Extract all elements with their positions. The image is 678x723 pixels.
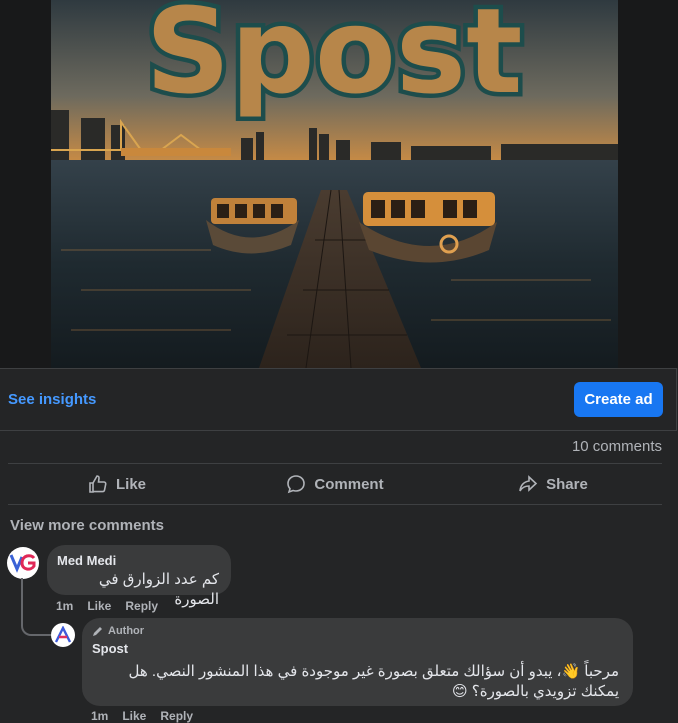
reply-bubble: Author Spost مرحباً 👋، يبدو أن سؤالك متع…	[82, 618, 633, 706]
comment-bubble: Med Medi كم عدد الزوارق في الصورة	[47, 545, 231, 608]
spost-logo-text: Spost	[145, 0, 522, 120]
reply-text-line-1: مرحباً 👋، يبدو أن سؤالك متعلق بصورة غير …	[128, 663, 619, 680]
post-image[interactable]: Spost	[51, 0, 618, 368]
reply-like-button[interactable]: Like	[122, 709, 146, 723]
comment-author[interactable]: Med Medi	[57, 553, 219, 568]
pencil-icon	[93, 627, 102, 636]
insights-bar: See insights Create ad	[0, 368, 677, 431]
comment-label: Comment	[314, 475, 384, 493]
vg-logo-icon	[9, 554, 36, 573]
reply-text-line-2: يمكنك تزويدي بالصورة؟ 😊	[451, 683, 619, 700]
comment-bubble-icon	[287, 475, 306, 494]
avatar[interactable]	[7, 547, 39, 579]
like-button[interactable]: Like	[8, 465, 226, 503]
spost-logo-icon	[54, 626, 72, 643]
view-more-comments-link[interactable]: View more comments	[10, 517, 164, 534]
comment-time[interactable]: 1m	[56, 599, 73, 613]
create-ad-button[interactable]: Create ad	[574, 382, 663, 417]
like-label: Like	[115, 475, 146, 493]
share-arrow-icon	[519, 475, 538, 492]
comment-reply-button[interactable]: Reply	[125, 599, 158, 613]
divider	[8, 463, 662, 464]
reply-meta: 1m Like Reply	[91, 709, 193, 723]
comment-like-button[interactable]: Like	[87, 599, 111, 613]
author-badge: Author	[92, 625, 621, 637]
comment-button[interactable]: Comment	[226, 465, 444, 503]
share-button[interactable]: Share	[444, 465, 662, 503]
share-label: Share	[546, 475, 588, 493]
post-actions: Like Comment Share	[8, 465, 662, 503]
comment-meta: 1m Like Reply	[56, 599, 158, 613]
reply-thread-line	[21, 578, 51, 636]
reply-time[interactable]: 1m	[91, 709, 108, 723]
divider	[8, 504, 662, 505]
thumbs-up-icon	[89, 475, 107, 493]
post-image-area: Spost	[0, 0, 678, 368]
avatar[interactable]	[51, 623, 75, 647]
reply-reply-button[interactable]: Reply	[160, 709, 193, 723]
author-badge-label: Author	[108, 625, 145, 637]
reply-author[interactable]: Spost	[92, 641, 621, 656]
see-insights-link[interactable]: See insights	[8, 391, 96, 408]
comments-count[interactable]: 10 comments	[572, 438, 662, 455]
